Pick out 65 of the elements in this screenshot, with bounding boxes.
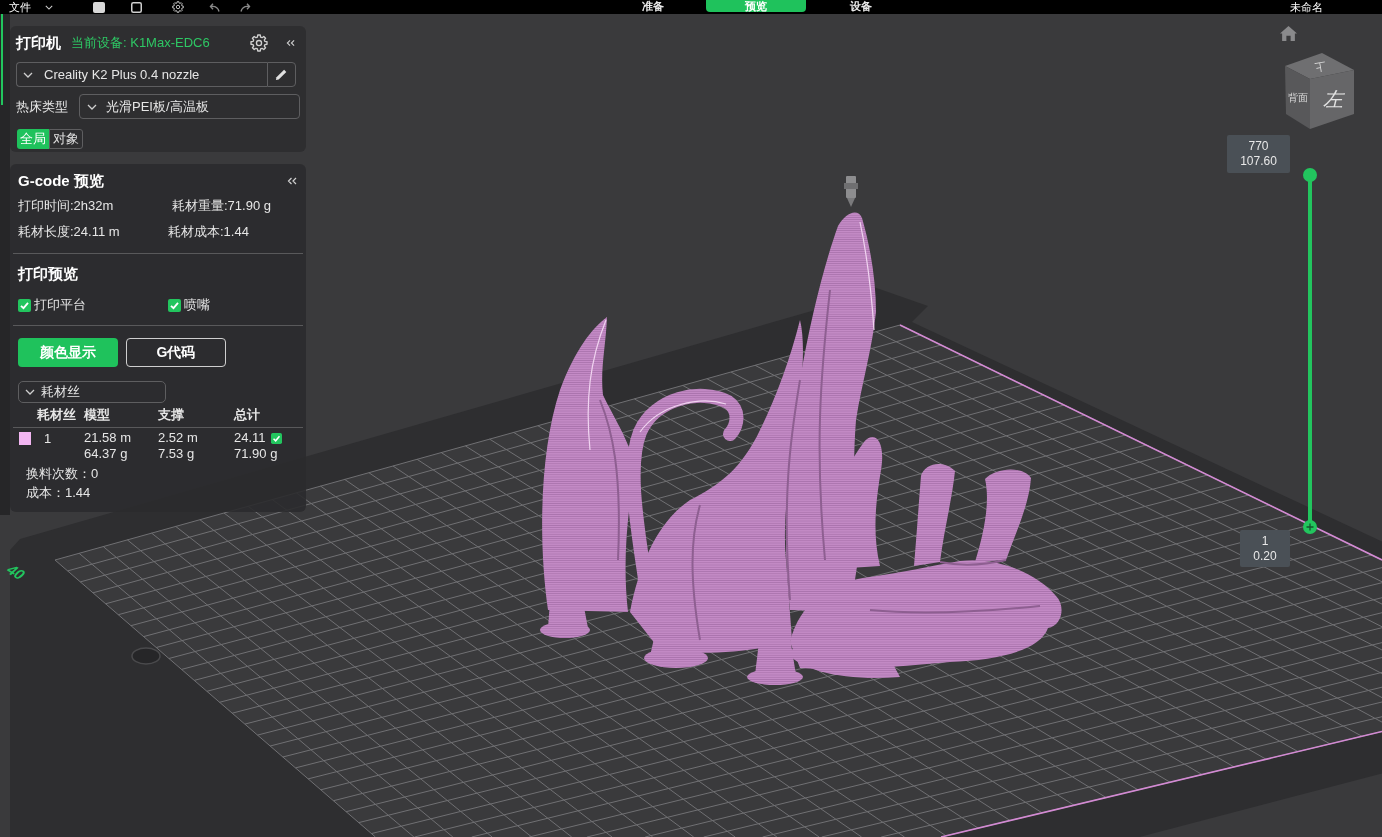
dropdown[interactable]: 耗材丝 bbox=[18, 381, 166, 403]
undo-icon[interactable] bbox=[208, 2, 220, 12]
table-cell: 24.11 bbox=[234, 430, 266, 446]
collapse-icon[interactable] bbox=[287, 177, 297, 185]
layer-number: 770 bbox=[1248, 139, 1269, 154]
settings-icon[interactable] bbox=[250, 34, 268, 52]
table-cell: 1 bbox=[44, 432, 52, 445]
checkbox-label[interactable]: 打印平台 bbox=[34, 296, 86, 314]
table-cell: 2.52 m bbox=[158, 430, 198, 446]
edit-icon bbox=[275, 68, 288, 81]
plus-icon bbox=[1306, 523, 1314, 531]
field-label: 热床类型 bbox=[16, 97, 68, 116]
section-title: 打印预览 bbox=[18, 264, 78, 284]
mode-button[interactable]: G代码 bbox=[126, 338, 226, 367]
panel-title: 打印机 bbox=[16, 32, 61, 53]
menu-item[interactable]: 文件 bbox=[9, 0, 31, 14]
current-device: 当前设备: K1Max-EDC6 bbox=[71, 34, 210, 53]
chevron-down-icon bbox=[23, 71, 33, 78]
square-outline-icon[interactable] bbox=[131, 1, 142, 13]
stat-text: 耗材成本:1.44 bbox=[168, 223, 249, 241]
column-header: 模型 bbox=[84, 407, 110, 423]
tab[interactable]: 设备 bbox=[826, 0, 896, 12]
layer-height: 107.60 bbox=[1240, 154, 1277, 169]
table-cell: 21.58 m bbox=[84, 430, 131, 446]
layer-height: 0.20 bbox=[1253, 548, 1277, 564]
tab[interactable]: 对象 bbox=[49, 129, 83, 149]
tab[interactable]: 准备 bbox=[620, 0, 686, 12]
column-header: 总计 bbox=[234, 407, 260, 423]
cube-face-label[interactable]: 上 bbox=[1313, 60, 1327, 74]
checkbox-label[interactable]: 喷嘴 bbox=[184, 296, 210, 314]
project-name: 未命名 bbox=[1290, 0, 1323, 14]
table-cell: 7.53 g bbox=[158, 446, 195, 462]
nozzle-icon bbox=[844, 176, 858, 207]
filled-square-icon[interactable] bbox=[93, 1, 105, 13]
home-icon[interactable] bbox=[1280, 26, 1297, 41]
table-cell: 64.37 g bbox=[84, 446, 128, 462]
layer-slider-track[interactable] bbox=[1303, 168, 1317, 534]
panel-title: G-code 预览 bbox=[18, 170, 104, 191]
checkbox[interactable] bbox=[168, 298, 181, 312]
redo-icon[interactable] bbox=[240, 2, 252, 12]
column-header: 支撑 bbox=[158, 407, 184, 423]
column-header: 耗材丝 bbox=[37, 407, 76, 423]
chevron-down-icon bbox=[25, 389, 35, 395]
slider-thumb[interactable] bbox=[1303, 168, 1317, 182]
edit-button[interactable] bbox=[267, 62, 296, 87]
table-cell: 71.90 g bbox=[234, 446, 278, 462]
chevron-down-icon bbox=[87, 103, 97, 110]
summary-text: 成本：1.44 bbox=[26, 485, 91, 501]
layer-number: 1 bbox=[1261, 533, 1269, 549]
dropdown[interactable]: 光滑PEI板/高温板 bbox=[79, 94, 300, 119]
gear-icon[interactable] bbox=[172, 1, 184, 13]
dropdown[interactable]: Creality K2 Plus 0.4 nozzle bbox=[16, 62, 267, 87]
bed-label: 40 bbox=[2, 561, 30, 583]
stat-text: 打印时间:2h32m bbox=[18, 197, 114, 215]
stat-text: 耗材长度:24.11 m bbox=[18, 223, 120, 241]
caret-icon[interactable] bbox=[45, 4, 53, 10]
plate-hole-icon bbox=[131, 647, 161, 665]
summary-text: 换料次数：0 bbox=[26, 466, 99, 482]
stat-text: 耗材重量:71.90 g bbox=[172, 197, 271, 215]
cube-face-label[interactable]: 背面 bbox=[1288, 91, 1308, 103]
checkbox[interactable] bbox=[18, 298, 31, 312]
cube-face-label[interactable]: 左 bbox=[1323, 88, 1343, 111]
checkbox[interactable] bbox=[270, 432, 282, 444]
collapse-icon[interactable] bbox=[286, 39, 295, 47]
view-cube[interactable] bbox=[1285, 53, 1354, 129]
